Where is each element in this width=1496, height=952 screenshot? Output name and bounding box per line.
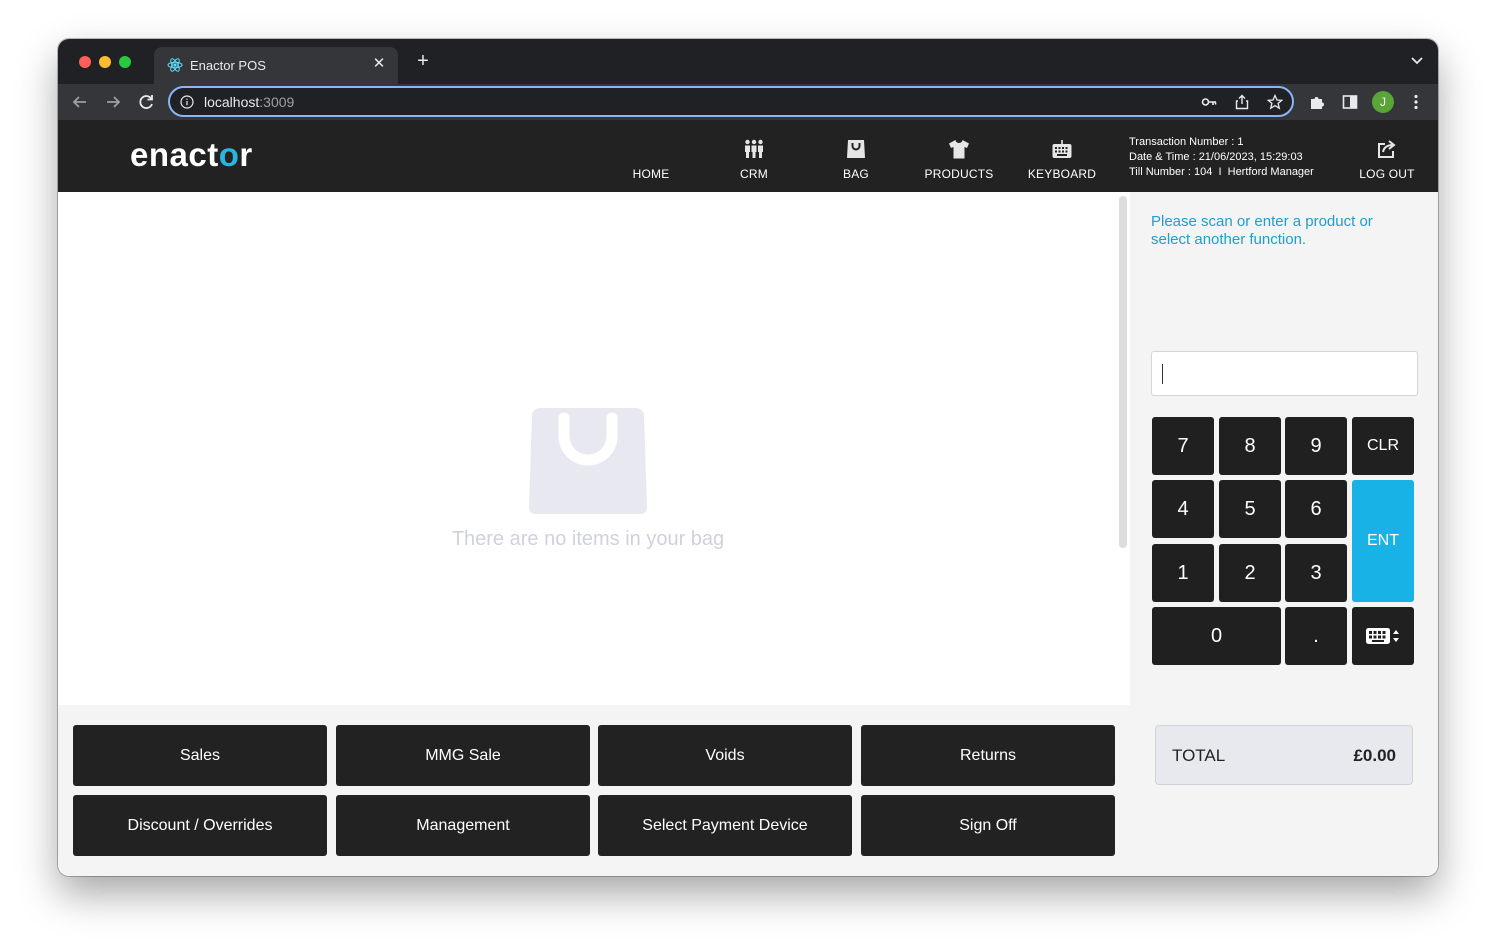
key-icon[interactable] xyxy=(1201,94,1217,110)
close-window-button[interactable] xyxy=(79,56,91,68)
nav-logout[interactable]: LOG OUT xyxy=(1342,120,1432,192)
key-2[interactable]: 2 xyxy=(1219,544,1281,602)
key-6[interactable]: 6 xyxy=(1285,480,1347,538)
app-header: enactor HOME CRM BAG PRODUCTS KEYBOARD T… xyxy=(58,120,1438,192)
logo-text-end: r xyxy=(239,136,253,173)
discount-overrides-button[interactable]: Discount / Overrides xyxy=(73,795,327,856)
bag-panel: There are no items in your bag xyxy=(58,192,1130,705)
url-host: localhost xyxy=(204,94,260,110)
url-port: :3009 xyxy=(259,94,295,110)
reload-icon[interactable] xyxy=(135,91,157,113)
tshirt-icon xyxy=(949,140,969,159)
till-info: Till Number : 104 I Hertford Manager xyxy=(1129,166,1314,178)
sales-button[interactable]: Sales xyxy=(73,725,327,786)
new-tab-button[interactable]: + xyxy=(412,51,434,71)
tab-strip: Enactor POS ✕ + xyxy=(58,39,1438,84)
nav-keyboard[interactable]: KEYBOARD xyxy=(1017,120,1107,192)
minimize-window-button[interactable] xyxy=(99,56,111,68)
more-vert-icon[interactable] xyxy=(1407,93,1425,111)
browser-toolbar: localhost:3009 J xyxy=(58,84,1438,120)
enter-key[interactable]: ENT xyxy=(1352,480,1414,602)
nav-products[interactable]: PRODUCTS xyxy=(914,120,1004,192)
input-panel: Please scan or enter a product or select… xyxy=(1130,192,1438,876)
sign-off-button[interactable]: Sign Off xyxy=(861,795,1115,856)
total-value: £0.00 xyxy=(1353,746,1396,765)
key-9[interactable]: 9 xyxy=(1285,417,1347,475)
empty-bag-message: There are no items in your bag xyxy=(451,528,725,550)
product-entry-input[interactable] xyxy=(1151,351,1418,396)
nav-home[interactable]: HOME xyxy=(606,120,696,192)
sidepanel-icon[interactable] xyxy=(1341,93,1359,111)
management-button[interactable]: Management xyxy=(336,795,590,856)
key-5[interactable]: 5 xyxy=(1219,480,1281,538)
chevron-down-icon[interactable] xyxy=(1410,53,1424,67)
key-3[interactable]: 3 xyxy=(1285,544,1347,602)
maximize-window-button[interactable] xyxy=(119,56,131,68)
nav-bag-label: BAG xyxy=(843,167,869,181)
profile-avatar[interactable]: J xyxy=(1372,91,1394,113)
transaction-info: Transaction Number : 1 Date & Time : 21/… xyxy=(1129,135,1314,180)
total-display: TOTAL £0.00 xyxy=(1155,725,1413,785)
info-icon[interactable] xyxy=(180,95,194,109)
nav-products-label: PRODUCTS xyxy=(924,167,994,181)
select-payment-device-button[interactable]: Select Payment Device xyxy=(598,795,852,856)
nav-home-label: HOME xyxy=(632,167,670,181)
decimal-key[interactable]: . xyxy=(1285,607,1347,665)
browser-tab[interactable]: Enactor POS ✕ xyxy=(154,47,398,84)
key-4[interactable]: 4 xyxy=(1152,480,1214,538)
function-bar: Sales MMG Sale Voids Returns Discount / … xyxy=(58,705,1130,876)
nav-keyboard-label: KEYBOARD xyxy=(1027,167,1097,181)
key-0[interactable]: 0 xyxy=(1152,607,1281,665)
extensions-puzzle-icon[interactable] xyxy=(1308,93,1326,111)
text-caret xyxy=(1162,364,1163,384)
address-bar[interactable]: localhost:3009 xyxy=(168,86,1294,117)
key-8[interactable]: 8 xyxy=(1219,417,1281,475)
nav-logout-label: LOG OUT xyxy=(1359,167,1415,181)
nav-crm-label: CRM xyxy=(740,167,768,181)
enactor-logo: enactor xyxy=(130,136,253,174)
browser-window: Enactor POS ✕ + localhost:3009 J enactor… xyxy=(58,39,1438,876)
url-text: localhost:3009 xyxy=(204,94,294,110)
total-label: TOTAL xyxy=(1172,746,1226,765)
tab-title: Enactor POS xyxy=(190,58,266,73)
clear-key[interactable]: CLR xyxy=(1352,417,1414,475)
tab-close-icon[interactable]: ✕ xyxy=(370,55,388,73)
people-icon xyxy=(745,139,763,158)
nav-crm[interactable]: CRM xyxy=(709,120,799,192)
date-time: Date & Time : 21/06/2023, 15:29:03 xyxy=(1129,151,1303,163)
transaction-number: Transaction Number : 1 xyxy=(1129,136,1244,148)
react-icon xyxy=(167,58,183,72)
keyboard-toggle-icon xyxy=(1366,628,1399,644)
forward-icon[interactable] xyxy=(102,91,124,113)
bag-icon xyxy=(847,140,865,158)
share-icon[interactable] xyxy=(1234,94,1250,110)
empty-bag-icon xyxy=(529,408,647,514)
bag-scrollbar[interactable] xyxy=(1119,196,1127,548)
mmg-sale-button[interactable]: MMG Sale xyxy=(336,725,590,786)
keyboard-icon xyxy=(1052,140,1072,158)
key-1[interactable]: 1 xyxy=(1152,544,1214,602)
voids-button[interactable]: Voids xyxy=(598,725,852,786)
logout-icon xyxy=(1378,140,1396,158)
returns-button[interactable]: Returns xyxy=(861,725,1115,786)
keyboard-toggle-key[interactable] xyxy=(1352,607,1414,665)
logo-text-o: o xyxy=(218,136,240,173)
logo-text-start: enact xyxy=(130,136,219,173)
key-7[interactable]: 7 xyxy=(1152,417,1214,475)
back-icon[interactable] xyxy=(69,91,91,113)
prompt-message: Please scan or enter a product or select… xyxy=(1151,213,1373,248)
nav-bag[interactable]: BAG xyxy=(811,120,901,192)
bookmark-star-icon[interactable] xyxy=(1267,94,1283,110)
